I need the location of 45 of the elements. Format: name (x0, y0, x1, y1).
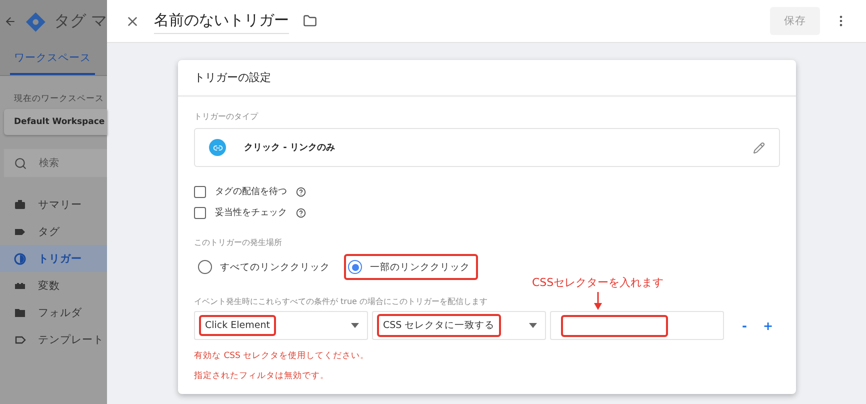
radio-button[interactable] (348, 260, 362, 274)
link-icon (209, 139, 226, 156)
checkbox-label: タグの配信を待つ (215, 186, 287, 198)
help-icon[interactable] (296, 208, 306, 218)
nav-item[interactable]: タグ (0, 218, 107, 245)
annotation-arrow (594, 292, 602, 310)
search-icon (14, 156, 27, 170)
remove-button[interactable]: - (736, 316, 753, 334)
checkbox[interactable] (194, 186, 206, 198)
error-message: 指定されたフィルタは無効です。 (194, 370, 330, 382)
help-icon[interactable] (296, 186, 306, 196)
nav-item[interactable]: サマリー (0, 191, 107, 218)
logo-icon (24, 10, 46, 32)
app-title: タグ マ (54, 11, 107, 32)
value-field[interactable] (550, 311, 724, 340)
section-label: イベント発生時にこれらすべての条件が true の場合にこのトリガーを配信します (194, 296, 488, 307)
back-icon[interactable] (4, 15, 17, 28)
trigger-type-selector[interactable]: クリック - リンクのみ (194, 128, 780, 167)
add-button[interactable]: + (756, 316, 780, 334)
operator-select[interactable]: CSS セレクタに一致する (372, 311, 546, 340)
variable-select[interactable]: Click Element (194, 311, 368, 340)
checkbox[interactable] (194, 206, 206, 218)
folder-icon[interactable] (303, 14, 317, 28)
nav-item[interactable]: トリガー (0, 245, 107, 272)
nav-item[interactable]: 変数 (0, 272, 107, 299)
nav-item[interactable]: フォルダ (0, 299, 107, 326)
radio-button[interactable] (198, 260, 212, 274)
save-button[interactable]: 保存 (770, 7, 820, 35)
nav-item[interactable]: テンプレート (0, 326, 107, 353)
radio-option[interactable]: すべてのリンククリック (194, 254, 338, 280)
section-label: このトリガーの発生場所 (194, 237, 282, 248)
edit-icon[interactable] (753, 142, 765, 154)
section-label: トリガーのタイプ (194, 111, 258, 122)
search-field[interactable]: 検索 (4, 149, 107, 177)
card-title: トリガーの設定 (178, 60, 796, 97)
error-message: 有効な CSS セレクタを使用してください。 (194, 350, 370, 362)
annotation-text: CSSセレクターを入れます (532, 275, 664, 290)
checkbox-label: 妥当性をチェック (215, 206, 287, 219)
trigger-name-field[interactable]: 名前のないトリガー (154, 8, 289, 34)
dropdown-icon (351, 323, 359, 328)
radio-option[interactable]: 一部のリンククリック (344, 254, 478, 280)
workspace-selector[interactable]: Default Workspace (4, 109, 107, 135)
folder-icon (14, 306, 26, 318)
workspace-label: 現在のワークスペース (13, 93, 105, 106)
dropdown-icon (529, 323, 537, 328)
